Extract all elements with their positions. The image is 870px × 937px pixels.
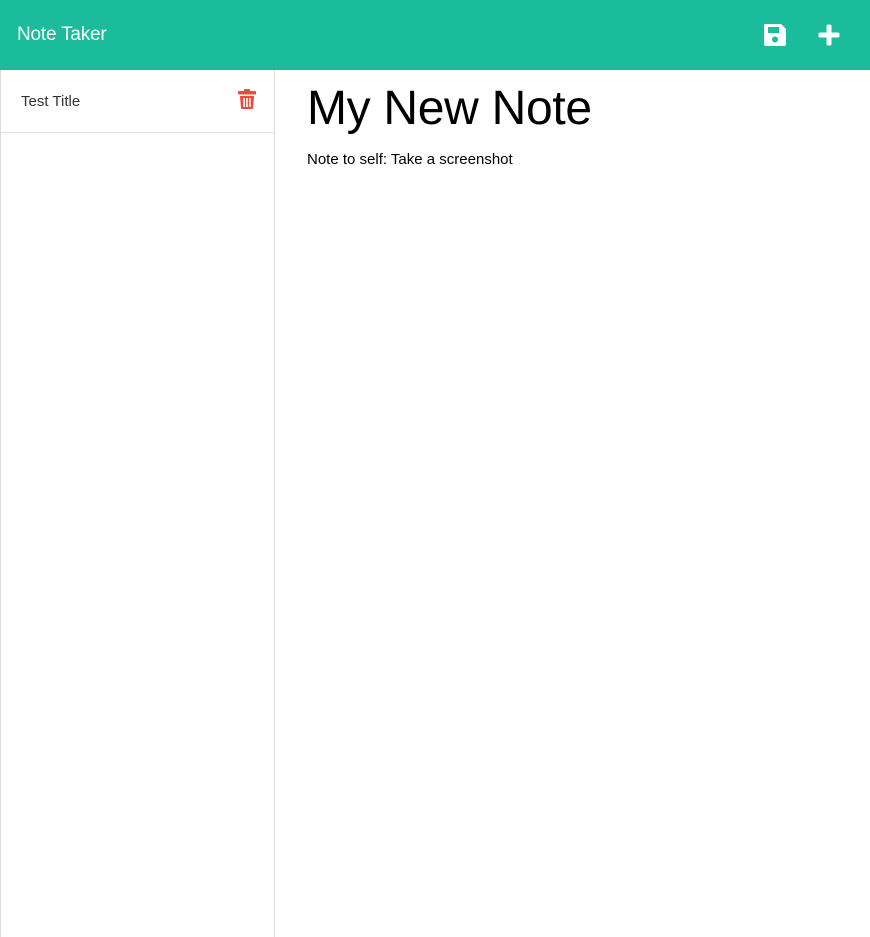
note-title-input[interactable]: My New Note — [307, 81, 847, 137]
plus-icon[interactable] — [815, 21, 843, 49]
list-item[interactable]: Test Title — [1, 70, 274, 133]
note-list-sidebar: Test Title — [0, 70, 275, 937]
note-editor: My New Note Note to self: Take a screens… — [275, 70, 870, 937]
list-item-title: Test Title — [21, 93, 81, 110]
note-text-area[interactable]: Note to self: Take a screenshot — [307, 150, 847, 170]
navbar: Note Taker — [0, 0, 870, 70]
app-brand-link[interactable]: Note Taker — [17, 22, 107, 48]
trash-icon[interactable] — [237, 87, 257, 111]
save-icon[interactable] — [761, 21, 789, 49]
